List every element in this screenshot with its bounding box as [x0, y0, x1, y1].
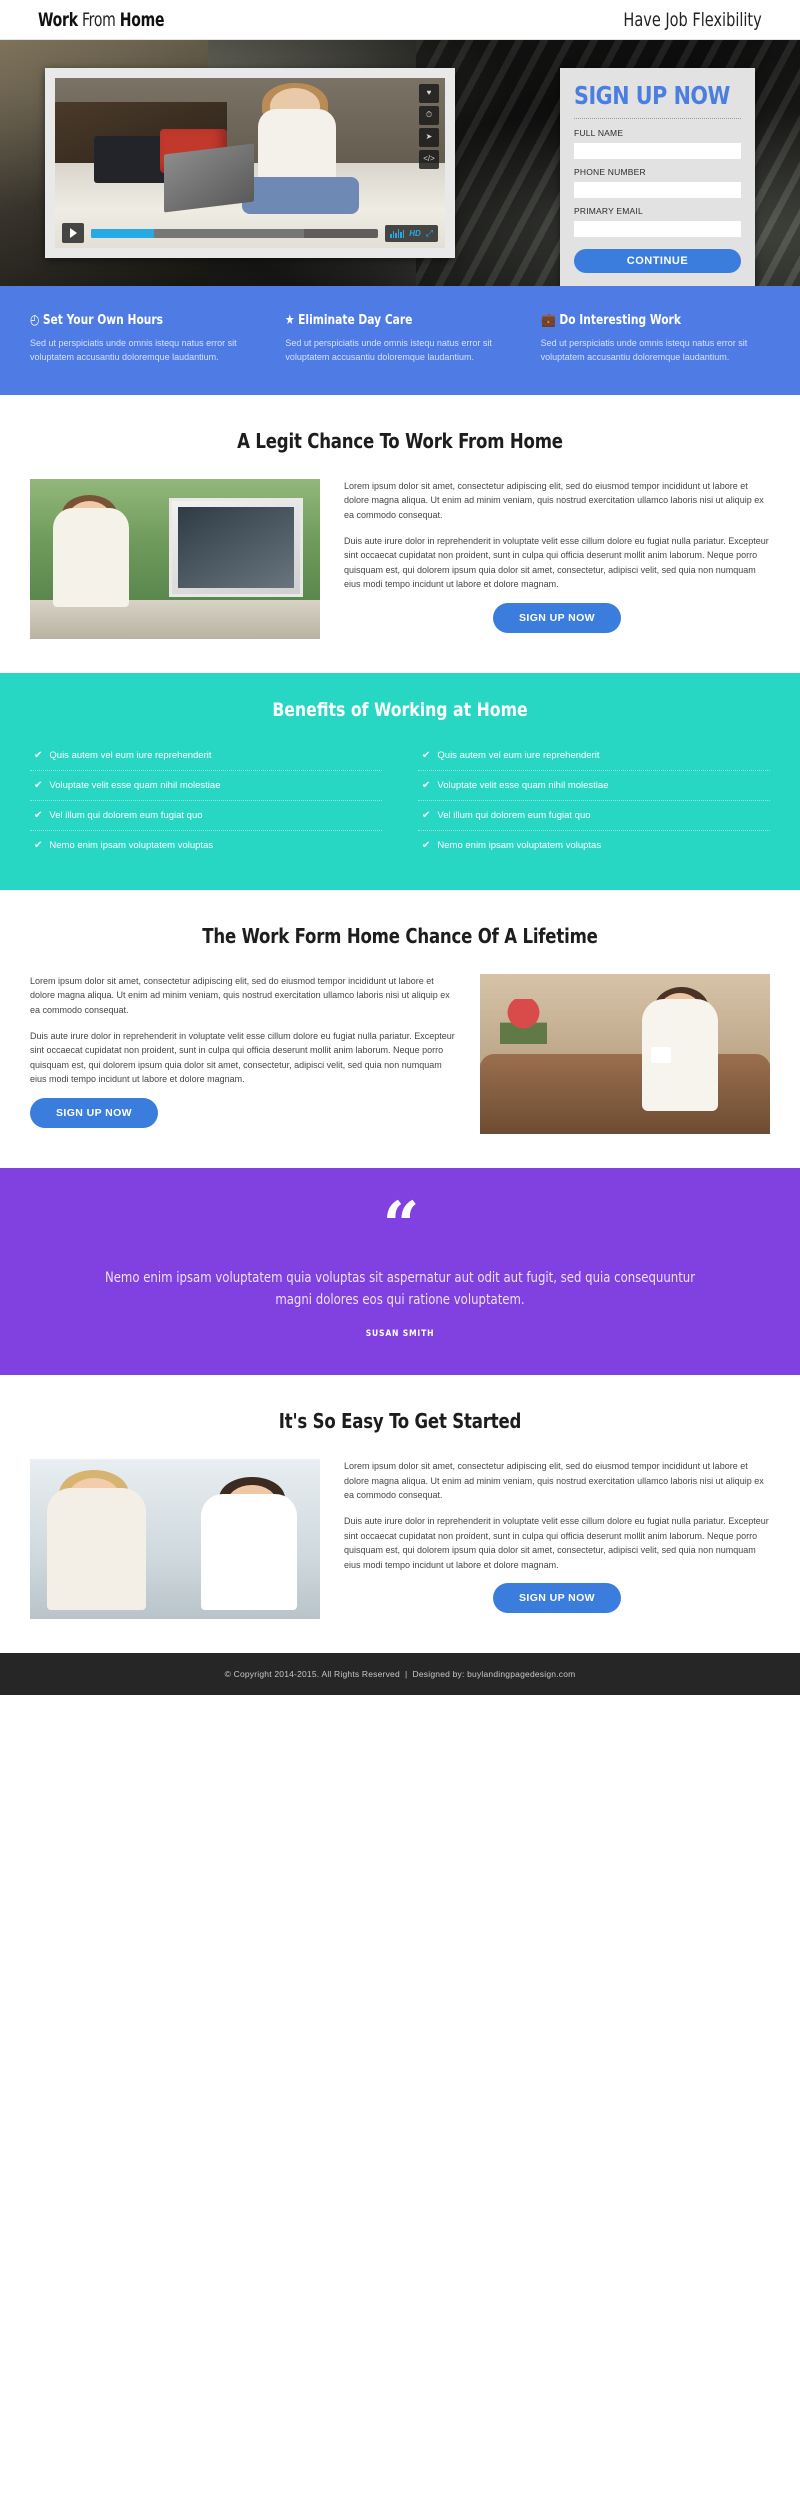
testimonial-text: Nemo enim ipsam voluptatem quia voluptas…	[104, 1269, 696, 1308]
favorite-icon[interactable]: ♥	[419, 84, 439, 103]
signup-form: SIGN UP NOW FULL NAME PHONE NUMBER PRIMA…	[560, 68, 755, 286]
signup-form-title: SIGN UP NOW	[574, 81, 730, 110]
video-right-controls[interactable]: HD ⤢	[385, 224, 438, 242]
page-footer: © Copyright 2014-2015. All Rights Reserv…	[0, 1653, 800, 1696]
volume-equalizer-icon[interactable]	[390, 228, 405, 238]
site-logo[interactable]: Work From Home	[38, 8, 165, 31]
form-divider	[574, 118, 741, 119]
section-get-started: It's So Easy To Get Started Lorem ipsum …	[0, 1375, 800, 1654]
section-lifetime: The Work Form Home Chance Of A Lifetime …	[0, 889, 800, 1168]
benefit-text: Voluptate velit esse quam nihil molestia…	[437, 779, 609, 791]
quote-icon: “	[382, 1187, 420, 1263]
started-paragraph-2: Duis aute irure dolor in reprehenderit i…	[344, 1515, 769, 1570]
feature-item-hours: ◴ Set Your Own Hours Sed ut perspiciatis …	[30, 312, 259, 365]
list-item: ✔ Nemo enim ipsam voluptatem voluptas	[30, 831, 382, 860]
check-icon: ✔	[422, 779, 431, 791]
list-item: ✔ Quis autem vel eum iure reprehenderit	[30, 741, 382, 771]
section-title-legit: A Legit Chance To Work From Home	[237, 428, 563, 453]
phone-number-label: PHONE NUMBER	[574, 167, 646, 177]
section-title-started: It's So Easy To Get Started	[278, 1409, 522, 1434]
copyright-text: © Copyright 2014-2015. All Rights Reserv…	[224, 1669, 576, 1680]
started-paragraph-1: Lorem ipsum dolor sit amet, consectetur …	[344, 1461, 764, 1501]
feature-heading-text: Set Your Own Hours	[42, 312, 164, 328]
benefits-column-right: ✔ Quis autem vel eum iure reprehenderit ✔…	[418, 741, 770, 860]
legit-section-image	[30, 478, 320, 639]
legit-paragraph-2: Duis aute irure dolor in reprehenderit i…	[344, 535, 769, 590]
feature-text-hours: Sed ut perspiciatis unde omnis istequ na…	[30, 338, 237, 362]
primary-email-label: PRIMARY EMAIL	[574, 206, 643, 216]
hd-quality-label[interactable]: HD	[409, 229, 421, 238]
continue-button[interactable]: CONTINUE	[574, 249, 741, 273]
feature-title-work: 💼 Do Interesting Work	[541, 312, 743, 328]
signup-cta-lifetime[interactable]: SIGN UP NOW	[30, 1097, 158, 1128]
lifetime-paragraph-1: Lorem ipsum dolor sit amet, consectetur …	[30, 975, 450, 1016]
lifetime-section-image	[480, 973, 770, 1134]
list-item: ✔ Vel illum qui dolorem eum fugiat quo	[30, 801, 382, 831]
benefit-text: Nemo enim ipsam voluptatem voluptas	[49, 839, 214, 851]
benefits-title: Benefits of Working at Home	[272, 698, 528, 721]
feature-heading-text: Do Interesting Work	[558, 312, 681, 328]
benefit-text: Vel illum qui dolorem eum fugiat quo	[437, 809, 591, 821]
hero-section: ♥ ⏱ ➤ </> HD ⤢ SIGN UP NOW FULL NAME PHO…	[0, 40, 800, 286]
benefits-section: Benefits of Working at Home ✔ Quis autem …	[0, 672, 800, 890]
started-section-image	[30, 1459, 320, 1620]
signup-cta-started[interactable]: SIGN UP NOW	[493, 1583, 621, 1614]
video-screen[interactable]: ♥ ⏱ ➤ </> HD ⤢	[55, 78, 445, 248]
share-icon[interactable]: ➤	[419, 128, 439, 147]
clock-icon: ◴	[30, 312, 40, 328]
full-name-label: FULL NAME	[574, 128, 624, 138]
play-button-icon[interactable]	[62, 223, 84, 243]
signup-cta-legit[interactable]: SIGN UP NOW	[493, 602, 621, 633]
list-item: ✔ Quis autem vel eum iure reprehenderit	[418, 741, 770, 771]
logo-word-work: Work	[38, 8, 78, 31]
check-icon: ✔	[34, 839, 43, 851]
testimonial-author: SUSAN SMITH	[365, 1329, 435, 1340]
video-action-icons[interactable]: ♥ ⏱ ➤ </>	[419, 84, 439, 169]
benefit-text: Quis autem vel eum iure reprehenderit	[437, 749, 600, 761]
fullscreen-icon[interactable]: ⤢	[426, 228, 433, 239]
check-icon: ✔	[422, 809, 431, 821]
video-controls[interactable]: HD ⤢	[55, 218, 445, 248]
benefit-text: Vel illum qui dolorem eum fugiat quo	[49, 809, 203, 821]
feature-item-work: 💼 Do Interesting Work Sed ut perspiciatis…	[541, 312, 770, 365]
section-title-lifetime: The Work Form Home Chance Of A Lifetime	[202, 923, 598, 948]
feature-heading-text: Eliminate Day Care	[298, 312, 413, 328]
feature-item-daycare: ★ Eliminate Day Care Sed ut perspiciatis …	[285, 312, 514, 365]
check-icon: ✔	[34, 779, 43, 791]
benefit-text: Nemo enim ipsam voluptatem voluptas	[437, 839, 602, 851]
logo-word-from: From	[77, 8, 120, 31]
primary-email-input[interactable]	[574, 221, 741, 237]
feature-text-daycare: Sed ut perspiciatis unde omnis istequ na…	[285, 338, 492, 362]
logo-word-home: Home	[119, 8, 165, 31]
section-legit-chance: A Legit Chance To Work From Home Lorem i…	[0, 394, 800, 673]
check-icon: ✔	[34, 749, 43, 761]
check-icon: ✔	[422, 749, 431, 761]
phone-number-input[interactable]	[574, 182, 741, 198]
testimonial-section: “ Nemo enim ipsam voluptatem quia volupt…	[0, 1167, 800, 1376]
watch-later-icon[interactable]: ⏱	[419, 106, 439, 125]
feature-title-hours: ◴ Set Your Own Hours	[30, 312, 232, 328]
feature-title-daycare: ★ Eliminate Day Care	[285, 312, 487, 328]
check-icon: ✔	[34, 809, 43, 821]
feature-text-work: Sed ut perspiciatis unde omnis istequ na…	[540, 338, 748, 362]
embed-icon[interactable]: </>	[419, 150, 439, 169]
page-header: Work From Home Have Job Flexibility	[0, 0, 800, 40]
benefit-text: Quis autem vel eum iure reprehenderit	[49, 749, 212, 761]
list-item: ✔ Nemo enim ipsam voluptatem voluptas	[418, 831, 770, 860]
list-item: ✔ Voluptate velit esse quam nihil molesti…	[30, 771, 382, 801]
check-icon: ✔	[422, 839, 431, 851]
header-tagline: Have Job Flexibility	[623, 8, 762, 31]
benefits-column-left: ✔ Quis autem vel eum iure reprehenderit ✔…	[30, 741, 382, 860]
legit-paragraph-1: Lorem ipsum dolor sit amet, consectetur …	[344, 480, 764, 521]
benefit-text: Voluptate velit esse quam nihil molestia…	[49, 779, 221, 791]
list-item: ✔ Voluptate velit esse quam nihil molesti…	[418, 771, 770, 801]
video-progress-bar[interactable]	[91, 228, 379, 238]
lifetime-paragraph-2: Duis aute irure dolor in reprehenderit i…	[30, 1030, 455, 1085]
video-player[interactable]: ♥ ⏱ ➤ </> HD ⤢	[45, 68, 455, 258]
list-item: ✔ Vel illum qui dolorem eum fugiat quo	[418, 801, 770, 831]
feature-bar: ◴ Set Your Own Hours Sed ut perspiciatis …	[0, 286, 800, 395]
briefcase-icon: 💼	[540, 312, 556, 328]
star-icon: ★	[285, 312, 295, 328]
full-name-input[interactable]	[574, 143, 741, 159]
